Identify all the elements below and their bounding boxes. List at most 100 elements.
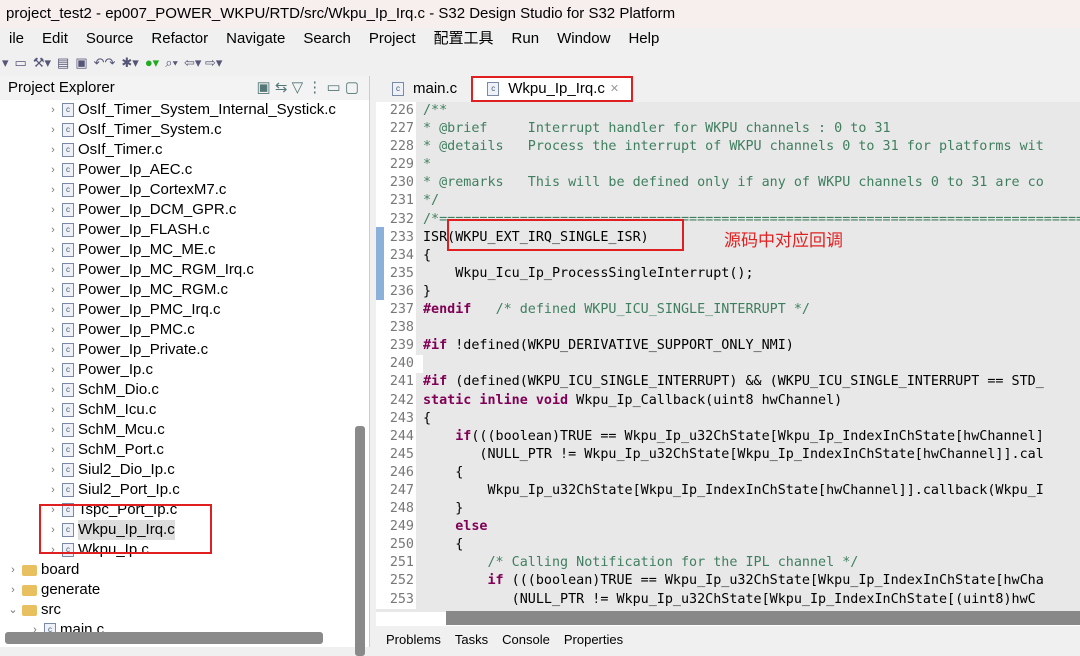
- expand-icon[interactable]: ›: [46, 300, 60, 320]
- menu-0[interactable]: ile: [0, 28, 33, 50]
- code-line[interactable]: 226 /**: [376, 102, 1080, 121]
- expand-icon[interactable]: ›: [46, 100, 60, 120]
- debug-icon[interactable]: ✱▾: [121, 55, 138, 71]
- tree-file[interactable]: › c Power_Ip_PMC_Irq.c: [0, 300, 369, 320]
- code-line[interactable]: 241 #if (defined(WKPU_ICU_SINGLE_INTERRUP…: [376, 373, 1080, 392]
- search-icon[interactable]: ⌕▾: [165, 55, 178, 71]
- expand-icon[interactable]: ›: [46, 400, 60, 420]
- expand-icon[interactable]: ›: [46, 420, 60, 440]
- tree-file[interactable]: › c SchM_Mcu.c: [0, 420, 369, 440]
- expand-icon[interactable]: ›: [6, 580, 20, 600]
- expand-icon[interactable]: ›: [46, 240, 60, 260]
- code-line[interactable]: 253 (NULL_PTR != Wkpu_Ip_u32ChState[Wkpu…: [376, 590, 1080, 609]
- code-line[interactable]: 236}: [376, 282, 1080, 302]
- menu-1[interactable]: Edit: [33, 28, 77, 50]
- expand-icon[interactable]: ›: [46, 120, 60, 140]
- code-line[interactable]: 249 else: [376, 518, 1080, 537]
- bottom-tab-properties[interactable]: Properties: [564, 632, 623, 647]
- code-line[interactable]: 238: [376, 319, 1080, 338]
- new-file-icon[interactable]: ▤: [57, 55, 69, 71]
- expand-icon[interactable]: ›: [46, 360, 60, 380]
- code-line[interactable]: 229 *: [376, 156, 1080, 175]
- code-line[interactable]: 237 #endif /* defined WKPU_ICU_SINGLE_INT…: [376, 301, 1080, 320]
- expand-icon[interactable]: ›: [46, 440, 60, 460]
- expand-icon[interactable]: ›: [46, 460, 60, 480]
- code-line[interactable]: 228 * @details Process the interrupt of W…: [376, 138, 1080, 157]
- bottom-tab-console[interactable]: Console: [502, 632, 550, 647]
- code-line[interactable]: 251 /* Calling Notification for the IPL …: [376, 554, 1080, 573]
- tree-file[interactable]: › c Power_Ip_MC_ME.c: [0, 240, 369, 260]
- tree-file[interactable]: › c Siul2_Dio_Ip.c: [0, 460, 369, 480]
- tree-folder[interactable]: › generate: [0, 580, 369, 600]
- vertical-scrollbar[interactable]: [355, 426, 365, 656]
- menu-5[interactable]: Search: [294, 28, 360, 50]
- bottom-tab-problems[interactable]: Problems: [386, 632, 441, 647]
- code-line[interactable]: 243 {: [376, 409, 1080, 428]
- new-icon[interactable]: ▾: [2, 55, 9, 71]
- tree-file[interactable]: › c Power_Ip_Private.c: [0, 340, 369, 360]
- horizontal-scrollbar[interactable]: [5, 632, 323, 644]
- code-line[interactable]: 240: [376, 355, 1080, 374]
- menu-7[interactable]: 配置工具: [425, 28, 503, 50]
- code-line[interactable]: 230 * @remarks This will be defined only …: [376, 174, 1080, 193]
- build-icon[interactable]: ⚒▾: [33, 55, 51, 71]
- expand-icon[interactable]: ›: [46, 280, 60, 300]
- monitor-icon[interactable]: ▣: [75, 55, 87, 71]
- tree-file[interactable]: › c OsIf_Timer_System.c: [0, 120, 369, 140]
- code-line[interactable]: 248 }: [376, 500, 1080, 519]
- expand-icon[interactable]: ›: [46, 260, 60, 280]
- code-line[interactable]: 245 (NULL_PTR != Wkpu_Ip_u32ChState[Wkpu…: [376, 445, 1080, 464]
- code-line[interactable]: 231 */: [376, 192, 1080, 211]
- tree-file[interactable]: › c SchM_Icu.c: [0, 400, 369, 420]
- save-icon[interactable]: ▭: [15, 55, 27, 71]
- code-line[interactable]: 247 Wkpu_Ip_u32ChState[Wkpu_Ip_IndexInCh…: [376, 481, 1080, 501]
- tree-file[interactable]: › c SchM_Port.c: [0, 440, 369, 460]
- menu-10[interactable]: Help: [619, 28, 668, 50]
- tree-file[interactable]: › c OsIf_Timer_System_Internal_Systick.c: [0, 100, 369, 120]
- nav-back-icon[interactable]: ⇦▾ ⇨▾: [184, 55, 222, 71]
- tab-wkpu-ip-irq-c[interactable]: c Wkpu_Ip_Irq.c ✕: [471, 76, 634, 102]
- expand-icon[interactable]: ›: [46, 340, 60, 360]
- menu-4[interactable]: Navigate: [217, 28, 294, 50]
- expand-icon[interactable]: ⌄: [6, 600, 20, 620]
- menu-2[interactable]: Source: [77, 28, 143, 50]
- tree-file[interactable]: › c Power_Ip_AEC.c: [0, 160, 369, 180]
- expand-icon[interactable]: ›: [46, 140, 60, 160]
- tree-file[interactable]: › c Power_Ip_FLASH.c: [0, 220, 369, 240]
- bottom-tab-tasks[interactable]: Tasks: [455, 632, 488, 647]
- menu-9[interactable]: Window: [548, 28, 619, 50]
- tree-folder[interactable]: ⌄ src: [0, 600, 369, 620]
- menu-3[interactable]: Refactor: [142, 28, 217, 50]
- expand-icon[interactable]: ›: [6, 560, 20, 580]
- tree-file[interactable]: › c OsIf_Timer.c: [0, 140, 369, 160]
- tree-file[interactable]: › c Power_Ip_DCM_GPR.c: [0, 200, 369, 220]
- expand-icon[interactable]: ›: [46, 160, 60, 180]
- tree-file[interactable]: › c SchM_Dio.c: [0, 380, 369, 400]
- expand-icon[interactable]: ›: [46, 380, 60, 400]
- tree-file[interactable]: › c Power_Ip.c: [0, 360, 369, 380]
- code-line[interactable]: 242 static inline void Wkpu_Ip_Callback(u…: [376, 391, 1080, 410]
- editor-horizontal-scrollbar[interactable]: [446, 611, 1080, 625]
- close-icon[interactable]: ✕: [610, 76, 619, 102]
- code-line[interactable]: 235 Wkpu_Icu_Ip_ProcessSingleInterrupt()…: [376, 264, 1080, 283]
- tree-file[interactable]: › c Power_Ip_PMC.c: [0, 320, 369, 340]
- menu-8[interactable]: Run: [503, 28, 549, 50]
- expand-icon[interactable]: ›: [46, 480, 60, 500]
- tree-file[interactable]: › c Siul2_Port_Ip.c: [0, 480, 369, 500]
- tree-folder[interactable]: › board: [0, 560, 369, 580]
- code-line[interactable]: 252 if (((boolean)TRUE == Wkpu_Ip_u32ChS…: [376, 572, 1080, 591]
- expand-icon[interactable]: ›: [46, 180, 60, 200]
- code-line[interactable]: 246 {: [376, 463, 1080, 482]
- view-controls-icon[interactable]: ▣ ⇆ ▽ ⋮ ▭ ▢: [257, 76, 359, 100]
- run-icon[interactable]: ●▾: [145, 55, 159, 71]
- menu-6[interactable]: Project: [360, 28, 425, 50]
- tree-file[interactable]: › c Power_Ip_MC_RGM_Irq.c: [0, 260, 369, 280]
- tab-main-c[interactable]: c main.c: [376, 76, 471, 102]
- tree-file[interactable]: › c Power_Ip_MC_RGM.c: [0, 280, 369, 300]
- expand-icon[interactable]: ›: [46, 320, 60, 340]
- expand-icon[interactable]: ›: [46, 200, 60, 220]
- expand-icon[interactable]: ›: [46, 220, 60, 240]
- code-line[interactable]: 250 {: [376, 536, 1080, 555]
- code-line[interactable]: 244 if(((boolean)TRUE == Wkpu_Ip_u32ChSt…: [376, 427, 1080, 446]
- back-icon[interactable]: ↶↷: [94, 55, 116, 71]
